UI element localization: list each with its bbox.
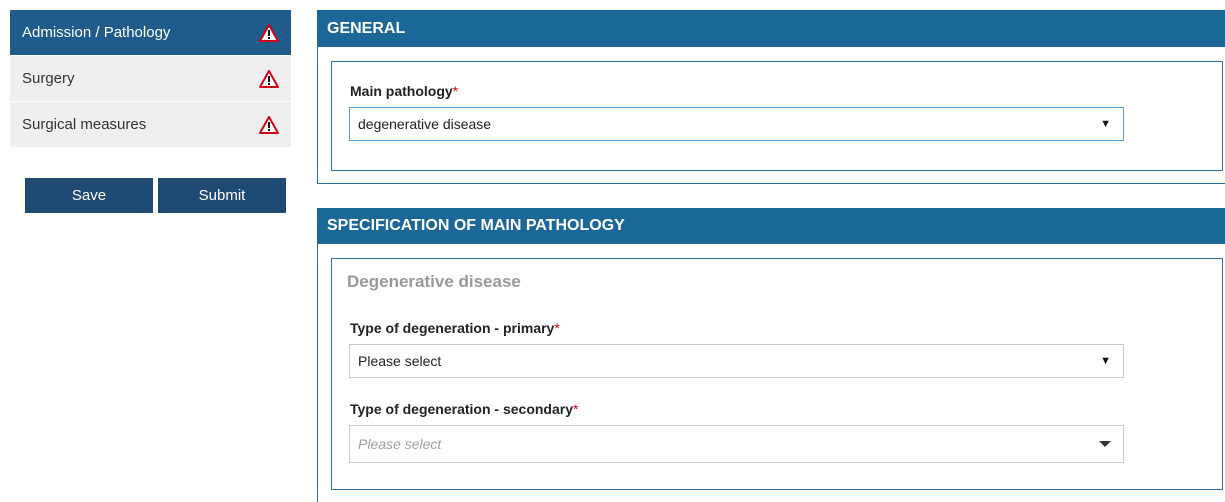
submit-button[interactable]: Submit — [158, 178, 286, 213]
secondary-degeneration-label: Type of degeneration - secondary* — [350, 401, 579, 417]
sidebar-item-surgical-measures[interactable]: Surgical measures — [10, 102, 291, 148]
degenerative-disease-heading: Degenerative disease — [347, 272, 521, 291]
secondary-degeneration-select[interactable]: Please select — [349, 425, 1124, 463]
sidebar-item-label: Admission / Pathology — [22, 24, 171, 41]
sidebar-item-surgery[interactable]: Surgery — [10, 56, 291, 102]
dropdown-arrow-icon — [1099, 441, 1111, 447]
warning-icon — [259, 23, 279, 42]
main-pathology-value: degenerative disease — [358, 116, 492, 132]
primary-degeneration-select[interactable]: Please select ▼ — [349, 344, 1124, 378]
main-pathology-select[interactable]: degenerative disease ▼ — [349, 107, 1124, 141]
dropdown-arrow-icon: ▼ — [1100, 118, 1111, 130]
save-button[interactable]: Save — [25, 178, 153, 213]
warning-icon — [259, 115, 279, 134]
action-buttons: Save Submit — [25, 178, 286, 213]
sidebar-nav: Admission / Pathology Surgery Surgical m… — [10, 10, 291, 148]
primary-degeneration-value: Please select — [358, 353, 442, 369]
specification-section-header: SPECIFICATION OF MAIN PATHOLOGY — [317, 208, 1225, 244]
primary-degeneration-label: Type of degeneration - primary* — [350, 320, 560, 336]
required-asterisk: * — [573, 401, 579, 417]
required-asterisk: * — [452, 83, 459, 99]
dropdown-arrow-icon: ▼ — [1100, 355, 1111, 367]
warning-icon — [259, 69, 279, 88]
required-asterisk: * — [554, 320, 560, 336]
main-pathology-label: Main pathology* — [350, 83, 459, 99]
sidebar-item-label: Surgery — [22, 70, 75, 87]
general-section-header: GENERAL — [317, 10, 1225, 47]
secondary-degeneration-placeholder: Please select — [358, 436, 442, 452]
sidebar-item-admission-pathology[interactable]: Admission / Pathology — [10, 10, 291, 56]
sidebar-item-label: Surgical measures — [22, 116, 147, 133]
